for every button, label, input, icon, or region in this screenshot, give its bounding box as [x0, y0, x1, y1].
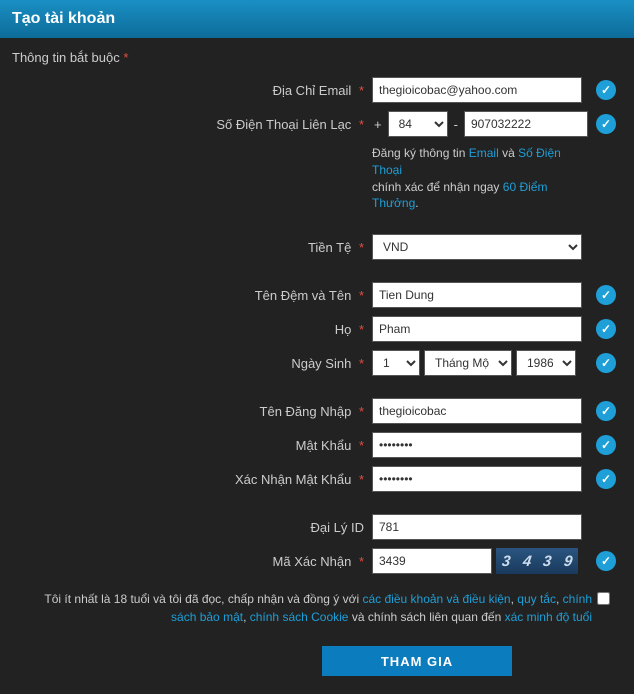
- label-dob: Ngày Sinh *: [12, 356, 372, 371]
- row-password: Mật Khẩu * ✓: [12, 432, 622, 458]
- username-field[interactable]: [372, 398, 582, 424]
- password-field[interactable]: [372, 432, 582, 458]
- lastname-field[interactable]: [372, 316, 582, 342]
- dob-day-select[interactable]: 1: [372, 350, 420, 376]
- agent-id-field[interactable]: [372, 514, 582, 540]
- row-username: Tên Đăng Nhập * ✓: [12, 398, 622, 424]
- label-confirm-password: Xác Nhận Mật Khẩu *: [12, 472, 372, 487]
- label-firstname: Tên Đệm và Tên *: [12, 288, 372, 303]
- check-icon: ✓: [596, 80, 616, 100]
- email-info-link[interactable]: Email: [469, 146, 499, 160]
- dob-month-select[interactable]: Tháng Một: [424, 350, 512, 376]
- row-agent-id: Đại Lý ID: [12, 514, 622, 540]
- row-firstname: Tên Đệm và Tên * ✓: [12, 282, 622, 308]
- required-info-label: Thông tin bắt buộc *: [12, 50, 622, 65]
- check-icon: ✓: [596, 285, 616, 305]
- age-verify-link[interactable]: xác minh độ tuổi: [505, 610, 592, 624]
- captcha-image: 3439: [496, 548, 578, 574]
- plus-symbol: +: [372, 117, 384, 132]
- firstname-field[interactable]: [372, 282, 582, 308]
- check-icon: ✓: [596, 319, 616, 339]
- check-icon: ✓: [596, 353, 616, 373]
- terms-text: Tôi ít nhất là 18 tuổi và tôi đã đọc, ch…: [12, 582, 622, 634]
- submit-row: THAM GIA: [212, 634, 622, 682]
- check-icon: ✓: [596, 551, 616, 571]
- captcha-field[interactable]: [372, 548, 492, 574]
- dob-year-select[interactable]: 1986: [516, 350, 576, 376]
- row-currency: Tiền Tệ * VND: [12, 234, 622, 260]
- label-currency: Tiền Tệ *: [12, 240, 372, 255]
- country-code-select[interactable]: 84: [388, 111, 448, 137]
- label-username: Tên Đăng Nhập *: [12, 404, 372, 419]
- label-agent-id: Đại Lý ID: [12, 520, 372, 535]
- registration-info-text: Đăng ký thông tin Email và Số Điện Thoại…: [372, 145, 582, 212]
- rules-link[interactable]: quy tắc: [517, 592, 556, 606]
- row-confirm-password: Xác Nhận Mật Khẩu * ✓: [12, 466, 622, 492]
- row-lastname: Họ * ✓: [12, 316, 622, 342]
- label-email: Địa Chỉ Email *: [12, 83, 372, 98]
- label-password: Mật Khẩu *: [12, 438, 372, 453]
- dash-symbol: -: [452, 117, 460, 132]
- page-header: Tạo tài khoản: [0, 0, 634, 38]
- label-phone: Số Điện Thoại Liên Lạc *: [12, 117, 372, 132]
- label-captcha: Mã Xác Nhận *: [12, 554, 372, 569]
- label-lastname: Họ *: [12, 322, 372, 337]
- page-title: Tạo tài khoản: [12, 10, 622, 28]
- row-email: Địa Chỉ Email * ✓: [12, 77, 622, 103]
- currency-select[interactable]: VND: [372, 234, 582, 260]
- row-phone: Số Điện Thoại Liên Lạc * + 84 - ✓: [12, 111, 622, 137]
- email-field[interactable]: [372, 77, 582, 103]
- row-info: Đăng ký thông tin Email và Số Điện Thoại…: [12, 145, 622, 212]
- form-container: Thông tin bắt buộc * Địa Chỉ Email * ✓ S…: [0, 38, 634, 694]
- check-icon: ✓: [596, 114, 616, 134]
- check-icon: ✓: [596, 435, 616, 455]
- submit-button[interactable]: THAM GIA: [322, 646, 512, 676]
- confirm-password-field[interactable]: [372, 466, 582, 492]
- cookie-link[interactable]: chính sách Cookie: [250, 610, 349, 624]
- phone-field[interactable]: [464, 111, 588, 137]
- check-icon: ✓: [596, 401, 616, 421]
- terms-checkbox[interactable]: [597, 592, 610, 605]
- terms-link[interactable]: các điều khoản và điều kiện: [362, 592, 510, 606]
- check-icon: ✓: [596, 469, 616, 489]
- row-captcha: Mã Xác Nhận * 3439 ✓: [12, 548, 622, 574]
- row-dob: Ngày Sinh * 1 Tháng Một 1986 ✓: [12, 350, 622, 376]
